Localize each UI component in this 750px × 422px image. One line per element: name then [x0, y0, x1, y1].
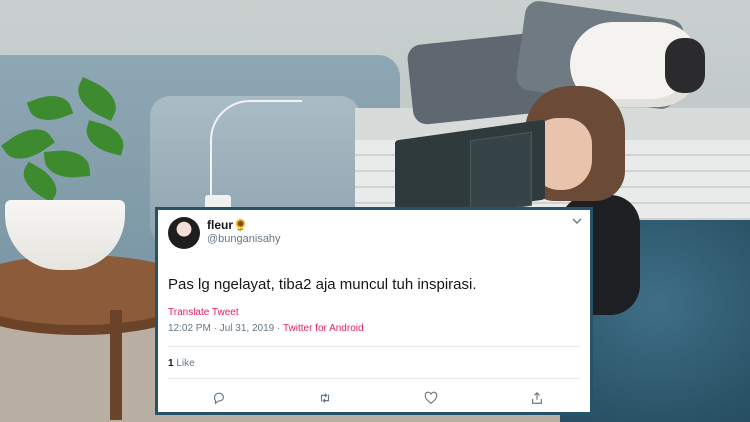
retweet-icon[interactable] — [315, 388, 335, 408]
reply-icon[interactable] — [209, 388, 229, 408]
divider — [168, 378, 580, 379]
tweet-time[interactable]: 12:02 PM — [168, 323, 211, 334]
divider — [168, 346, 580, 347]
tweet-date[interactable]: Jul 31, 2019 — [220, 323, 275, 334]
action-bar — [158, 388, 590, 408]
table-leg — [110, 310, 122, 420]
chevron-down-icon[interactable] — [572, 216, 582, 229]
separator: · — [277, 323, 281, 334]
display-name[interactable]: fleur🌻 — [207, 218, 248, 232]
display-name-text: fleur — [207, 218, 234, 232]
heart-icon[interactable] — [421, 388, 441, 408]
like-count[interactable]: 1 Like — [168, 358, 195, 369]
book-cover — [470, 131, 532, 215]
tweet-source[interactable]: Twitter for Android — [283, 323, 364, 334]
sunflower-emoji: 🌻 — [233, 218, 248, 232]
tweet-meta: 12:02 PM · Jul 31, 2019 · Twitter for An… — [168, 323, 364, 334]
user-handle[interactable]: @bunganisahy — [207, 233, 281, 245]
tweet-card: fleur🌻 @bunganisahy Pas lg ngelayat, tib… — [155, 207, 593, 415]
like-count-label: Like — [176, 358, 195, 369]
like-count-number: 1 — [168, 358, 174, 369]
sheep-head — [665, 38, 705, 93]
translate-link[interactable]: Translate Tweet — [168, 307, 239, 318]
separator: · — [213, 323, 217, 334]
share-icon[interactable] — [527, 388, 547, 408]
cable — [210, 100, 302, 202]
avatar[interactable] — [168, 217, 200, 249]
tweet-text: Pas lg ngelayat, tiba2 aja muncul tuh in… — [168, 276, 477, 293]
